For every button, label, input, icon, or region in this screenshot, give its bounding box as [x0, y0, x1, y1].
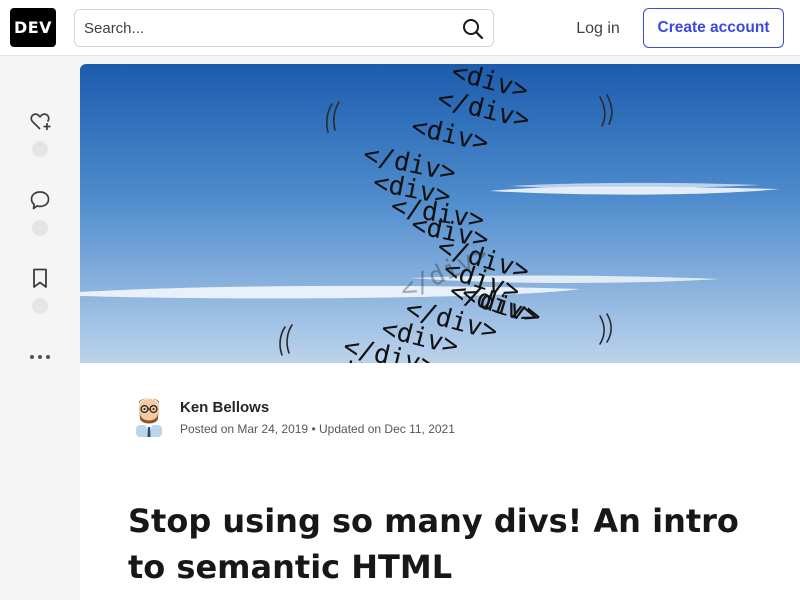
comment-button[interactable]: [26, 188, 54, 236]
search-box[interactable]: [74, 9, 494, 47]
bookmark-count-placeholder: [32, 298, 48, 314]
search-input[interactable]: [75, 10, 455, 46]
dot: [30, 355, 34, 359]
cover-illustration: <div> </div> <div> </div> <div> </div> <…: [80, 64, 800, 363]
post-dates: Posted on Mar 24, 2019 • Updated on Dec …: [180, 422, 455, 436]
more-options-icon[interactable]: [28, 349, 52, 365]
bookmark-button[interactable]: [26, 266, 54, 314]
meta-separator: •: [311, 422, 316, 436]
author-name[interactable]: Ken Bellows: [180, 399, 269, 416]
heart-plus-icon: [30, 113, 51, 130]
search-icon[interactable]: [461, 17, 485, 41]
updated-prefix: Updated on: [319, 422, 382, 436]
updated-date: Dec 11, 2021: [384, 422, 455, 436]
top-header: DEV Log in Create account: [0, 0, 800, 56]
login-link[interactable]: Log in: [560, 9, 636, 48]
dot: [46, 355, 50, 359]
posted-prefix: Posted on: [180, 422, 235, 436]
reaction-button[interactable]: [26, 109, 54, 157]
reaction-count-placeholder: [32, 141, 48, 157]
posted-date: Mar 24, 2019: [237, 422, 309, 436]
comment-icon: [30, 191, 50, 210]
comment-count-placeholder: [32, 220, 48, 236]
cover-image: <div> </div> <div> </div> <div> </div> <…: [80, 64, 800, 363]
dev-logo[interactable]: DEV: [10, 8, 56, 47]
article-card: <div> </div> <div> </div> <div> </div> <…: [80, 64, 800, 600]
dot: [38, 355, 42, 359]
article-title: Stop using so many divs! An intro to sem…: [128, 502, 739, 586]
author-avatar[interactable]: [130, 393, 168, 437]
bookmark-icon: [33, 268, 47, 288]
create-account-button[interactable]: Create account: [643, 8, 784, 48]
